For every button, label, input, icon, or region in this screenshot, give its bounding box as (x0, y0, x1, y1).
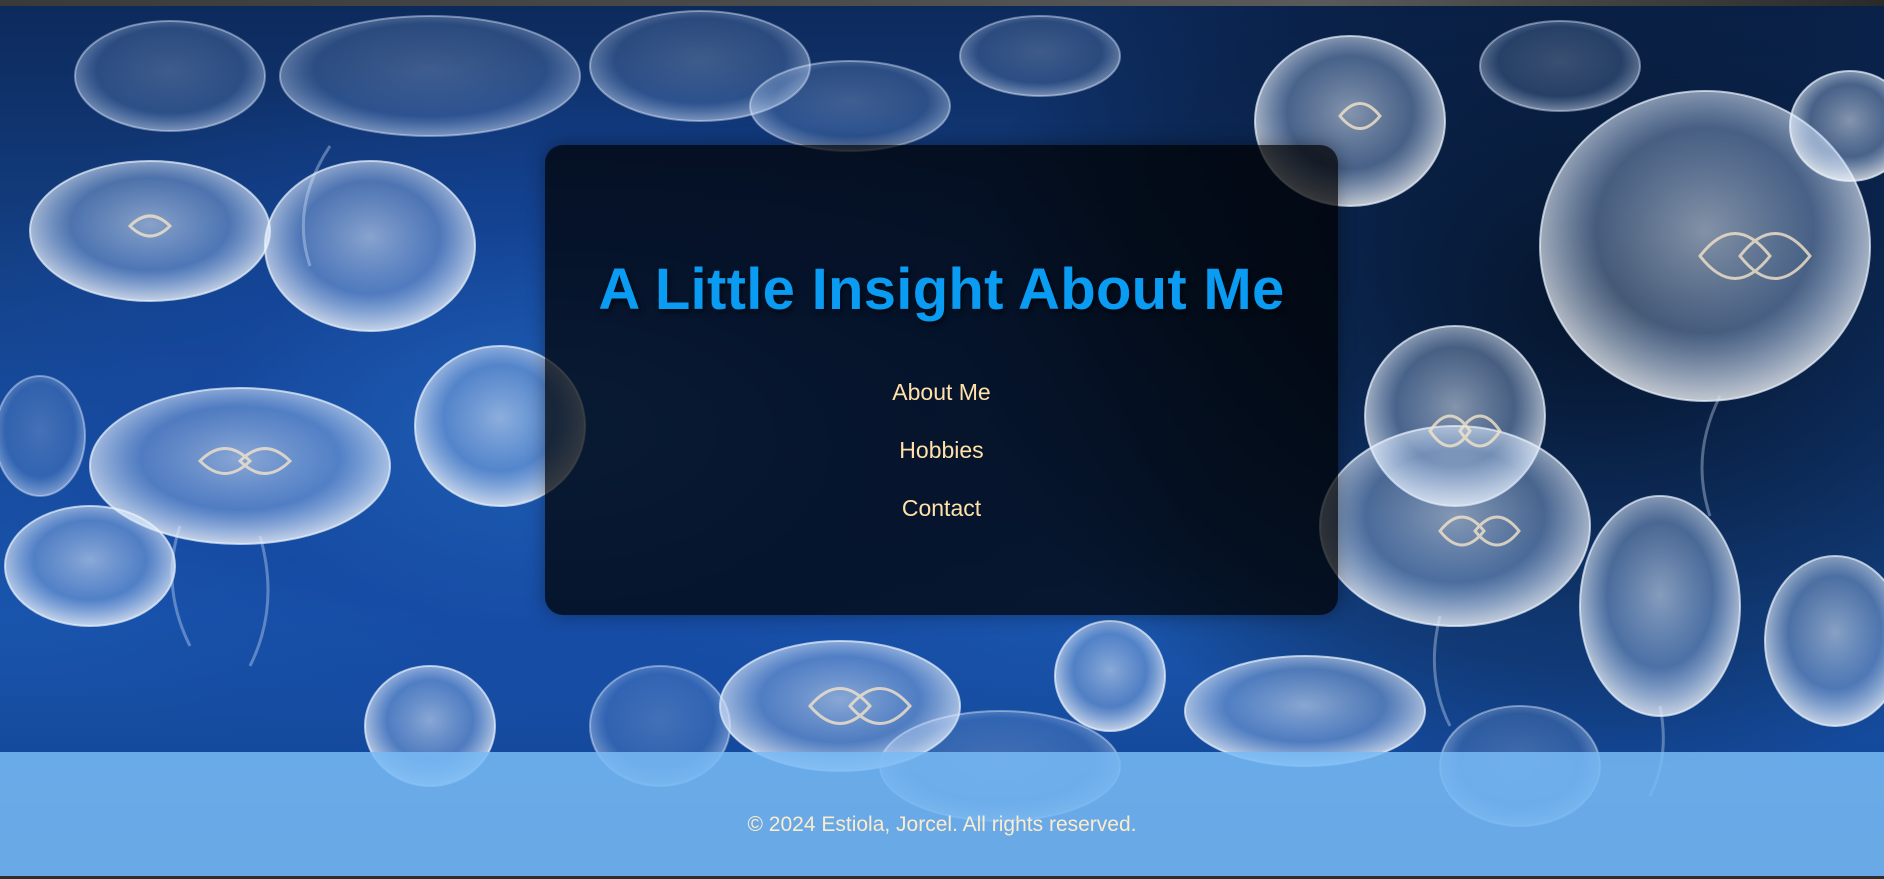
page: A Little Insight About Me About Me Hobbi… (0, 0, 1884, 879)
main-nav: About Me Hobbies Contact (545, 363, 1338, 537)
nav-link-contact[interactable]: Contact (842, 479, 1042, 537)
intro-card: A Little Insight About Me About Me Hobbi… (545, 145, 1338, 615)
page-title: A Little Insight About Me (598, 257, 1285, 322)
footer: © 2024 Estiola, Jorcel. All rights reser… (0, 752, 1884, 876)
nav-link-about-me[interactable]: About Me (842, 363, 1042, 421)
copyright-text: © 2024 Estiola, Jorcel. All rights reser… (747, 813, 1137, 836)
nav-link-hobbies[interactable]: Hobbies (842, 421, 1042, 479)
